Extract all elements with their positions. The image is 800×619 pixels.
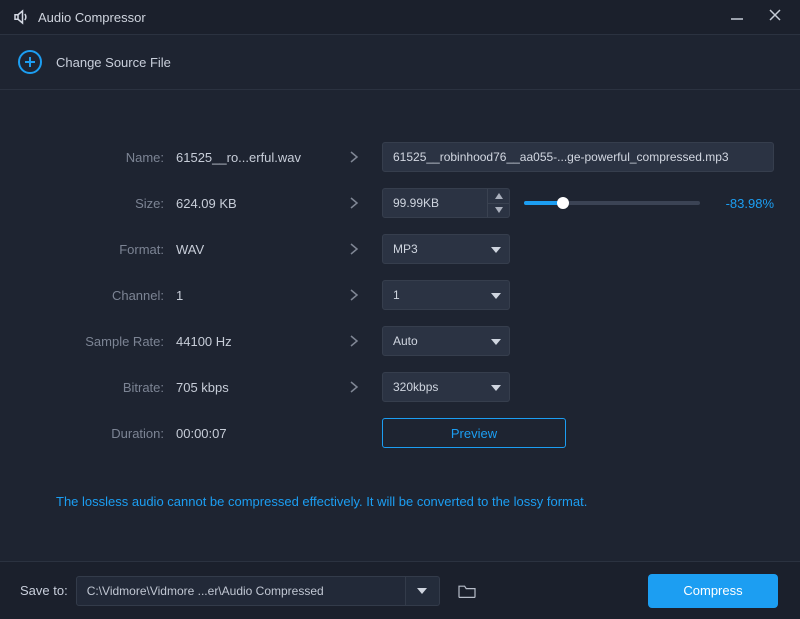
label-size: Size: (26, 196, 176, 211)
app-title: Audio Compressor (38, 10, 730, 25)
output-channel-select[interactable]: 1 (382, 280, 510, 310)
output-format-select[interactable]: MP3 (382, 234, 510, 264)
warning-message: The lossless audio cannot be compressed … (26, 456, 774, 509)
source-duration: 00:00:07 (176, 426, 326, 441)
add-source-button[interactable] (18, 50, 42, 74)
label-duration: Duration: (26, 426, 176, 441)
row-sample-rate: Sample Rate: 44100 Hz Auto (26, 318, 774, 364)
preview-button-label: Preview (451, 426, 497, 441)
app-icon (12, 8, 30, 26)
output-name-field[interactable]: 61525__robinhood76__aa055-...ge-powerful… (382, 142, 774, 172)
source-channel: 1 (176, 288, 326, 303)
save-path-value: C:\Vidmore\Vidmore ...er\Audio Compresse… (87, 584, 324, 598)
preview-button[interactable]: Preview (382, 418, 566, 448)
output-bitrate-select[interactable]: 320kbps (382, 372, 510, 402)
output-format-value: MP3 (393, 242, 418, 256)
save-path-field[interactable]: C:\Vidmore\Vidmore ...er\Audio Compresse… (76, 576, 406, 606)
output-sample-rate-value: Auto (393, 334, 418, 348)
open-folder-button[interactable] (450, 576, 484, 606)
arrow-icon (326, 380, 382, 394)
source-name: 61525__ro...erful.wav (176, 150, 326, 165)
footer-bar: Save to: C:\Vidmore\Vidmore ...er\Audio … (0, 561, 800, 619)
row-size: Size: 624.09 KB 99.99KB -83.98% (26, 180, 774, 226)
size-percent: -83.98% (726, 196, 774, 211)
close-button[interactable] (768, 8, 782, 27)
chevron-down-icon (491, 334, 501, 348)
save-path-dropdown[interactable] (406, 576, 440, 606)
compress-button[interactable]: Compress (648, 574, 778, 608)
arrow-icon (326, 196, 382, 210)
source-size: 624.09 KB (176, 196, 326, 211)
label-name: Name: (26, 150, 176, 165)
change-source-label[interactable]: Change Source File (56, 55, 171, 70)
arrow-icon (326, 288, 382, 302)
compress-button-label: Compress (683, 583, 742, 598)
arrow-icon (326, 242, 382, 256)
output-sample-rate-select[interactable]: Auto (382, 326, 510, 356)
size-step-up[interactable] (488, 189, 509, 203)
arrow-icon (326, 334, 382, 348)
arrow-icon (326, 150, 382, 164)
row-format: Format: WAV MP3 (26, 226, 774, 272)
chevron-down-icon (491, 242, 501, 256)
output-channel-value: 1 (393, 288, 400, 302)
output-size-stepper[interactable]: 99.99KB (382, 188, 510, 218)
label-format: Format: (26, 242, 176, 257)
source-sample-rate: 44100 Hz (176, 334, 326, 349)
chevron-down-icon (491, 288, 501, 302)
chevron-down-icon (491, 380, 501, 394)
output-bitrate-value: 320kbps (393, 380, 438, 394)
label-sample-rate: Sample Rate: (26, 334, 176, 349)
size-step-down[interactable] (488, 203, 509, 218)
minimize-button[interactable] (730, 8, 744, 27)
settings-panel: Name: 61525__ro...erful.wav 61525__robin… (0, 90, 800, 561)
title-bar: Audio Compressor (0, 0, 800, 34)
size-slider-thumb[interactable] (557, 197, 569, 209)
row-channel: Channel: 1 1 (26, 272, 774, 318)
save-to-label: Save to: (20, 583, 68, 598)
source-bar: Change Source File (0, 34, 800, 90)
source-bitrate: 705 kbps (176, 380, 326, 395)
size-slider[interactable] (524, 201, 700, 205)
output-size-value: 99.99KB (383, 189, 487, 217)
row-duration: Duration: 00:00:07 Preview (26, 410, 774, 456)
label-bitrate: Bitrate: (26, 380, 176, 395)
row-name: Name: 61525__ro...erful.wav 61525__robin… (26, 134, 774, 180)
output-name-value: 61525__robinhood76__aa055-...ge-powerful… (393, 150, 729, 164)
row-bitrate: Bitrate: 705 kbps 320kbps (26, 364, 774, 410)
source-format: WAV (176, 242, 326, 257)
label-channel: Channel: (26, 288, 176, 303)
